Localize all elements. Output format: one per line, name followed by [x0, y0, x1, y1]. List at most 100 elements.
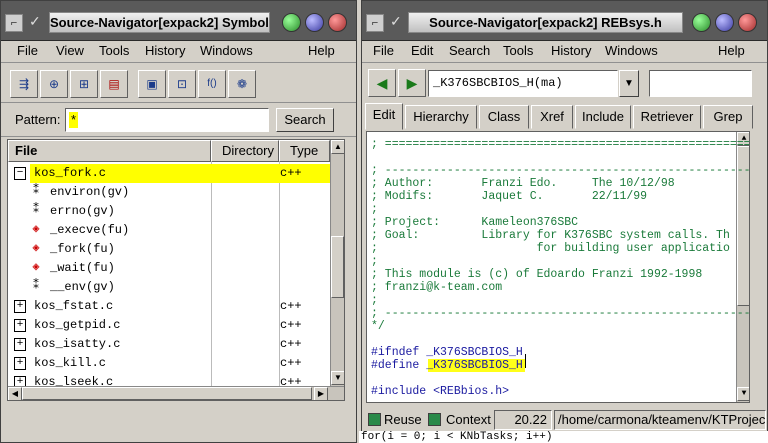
search-button[interactable]: Search: [276, 108, 334, 132]
search-field[interactable]: [649, 70, 752, 97]
menu-tools[interactable]: Tools: [503, 43, 533, 58]
column-type[interactable]: Type: [279, 140, 330, 162]
table-row[interactable]: ◈ _wait(fu): [8, 259, 330, 278]
combo-dropdown-icon[interactable]: ▼: [619, 70, 639, 97]
menu-file[interactable]: File: [17, 43, 38, 58]
horizontal-scrollbar[interactable]: ◀ ▶: [8, 386, 344, 400]
code-line: ; Goal: Library for K376SBC system calls…: [371, 229, 730, 242]
variable-icon: ⁑: [33, 203, 39, 217]
include-graph-icon[interactable]: ⊞: [70, 70, 98, 98]
scroll-left-icon[interactable]: ◀: [8, 387, 22, 400]
pin-icon[interactable]: ✓: [390, 13, 402, 30]
scroll-down-icon[interactable]: ▼: [737, 387, 749, 401]
symbol-name: kos_getpid.c: [34, 318, 121, 332]
table-row[interactable]: ⁑ errno(gv): [8, 202, 330, 221]
menu-file[interactable]: File: [373, 43, 394, 58]
table-row[interactable]: − kos_fork.c c++: [8, 164, 330, 183]
symbol-name: errno(gv): [50, 204, 115, 218]
code-line: ; Modifs: Jaquet C. 22/11/99: [371, 190, 648, 203]
class-browser-icon[interactable]: ⊡: [168, 70, 196, 98]
table-row[interactable]: ⁑ __env(gv): [8, 278, 330, 297]
tab-include[interactable]: Include: [575, 105, 631, 129]
symbols-icon[interactable]: ❁: [228, 70, 256, 98]
close-icon[interactable]: [738, 13, 757, 32]
tab-grep[interactable]: Grep: [703, 105, 753, 129]
retriever-icon[interactable]: ▤: [100, 70, 128, 98]
scroll-down-icon[interactable]: ▼: [331, 371, 344, 385]
h-scroll-thumb[interactable]: [22, 387, 312, 400]
expand-icon: +: [14, 300, 26, 313]
tab-class[interactable]: Class: [479, 105, 529, 129]
tab-hierarchy[interactable]: Hierarchy: [405, 105, 477, 129]
pattern-bar: Pattern: * Search: [1, 103, 356, 137]
symbol-name: _fork(fu): [50, 242, 115, 256]
symbols-window: ⌐ ✓ Source-Navigator[expack2] Symbols Fi…: [0, 0, 357, 443]
title-bar[interactable]: ⌐ ✓ Source-Navigator[expack2] Symbols: [1, 1, 356, 41]
table-row[interactable]: + kos_getpid.c c++: [8, 316, 330, 335]
symbol-name: _wait(fu): [50, 261, 115, 275]
symbol-name: __env(gv): [50, 280, 115, 294]
class-hierarchy-icon[interactable]: ⇶: [10, 70, 38, 98]
symbol-list: File Directory Type − kos_fork.c c++ ⁑ envir…: [7, 139, 345, 401]
symbol-name: _execve(fu): [50, 223, 130, 237]
back-icon[interactable]: ◀: [368, 69, 396, 97]
column-directory[interactable]: Directory: [211, 140, 279, 162]
maximize-icon[interactable]: [715, 13, 734, 32]
pin-icon[interactable]: ✓: [29, 13, 41, 30]
maximize-icon[interactable]: [305, 13, 324, 32]
column-file[interactable]: File: [8, 140, 211, 162]
table-row[interactable]: + kos_kill.c c++: [8, 354, 330, 373]
symbol-name: environ(gv): [50, 185, 130, 199]
symbol-type: c++: [280, 318, 302, 332]
symbol-name: kos_fstat.c: [34, 299, 114, 313]
menu-view[interactable]: View: [56, 43, 84, 58]
menu-help[interactable]: Help: [308, 43, 335, 58]
editor-icon[interactable]: ▣: [138, 70, 166, 98]
pattern-value: *: [69, 112, 79, 128]
forward-icon[interactable]: ▶: [398, 69, 426, 97]
close-icon[interactable]: [328, 13, 347, 32]
function-icon[interactable]: f(): [198, 70, 226, 98]
menu-edit[interactable]: Edit: [411, 43, 433, 58]
menu-search[interactable]: Search: [449, 43, 490, 58]
menu-windows[interactable]: Windows: [605, 43, 658, 58]
pattern-input[interactable]: *: [65, 108, 269, 132]
table-row[interactable]: ◈ _execve(fu): [8, 221, 330, 240]
menu-help[interactable]: Help: [718, 43, 745, 58]
background-terminal-text: for(i = 0; i < KNbTasks; i++): [359, 431, 768, 443]
tab-retriever[interactable]: Retriever: [633, 105, 701, 129]
table-row[interactable]: ◈ _fork(fu): [8, 240, 330, 259]
xref-icon[interactable]: ⊕: [40, 70, 68, 98]
window-menu-icon[interactable]: ⌐: [366, 14, 384, 32]
menu-tools[interactable]: Tools: [99, 43, 129, 58]
code-editor[interactable]: ; ======================================…: [366, 131, 750, 403]
scroll-up-icon[interactable]: ▲: [331, 140, 344, 154]
table-row[interactable]: + kos_fstat.c c++: [8, 297, 330, 316]
title-bar[interactable]: ⌐ ✓ Source-Navigator[expack2] REBsys.h: [362, 1, 767, 41]
table-row[interactable]: ⁑ environ(gv): [8, 183, 330, 202]
code-line: ;: [371, 294, 378, 307]
scroll-right-icon[interactable]: ▶: [314, 387, 328, 400]
table-row[interactable]: + kos_isatty.c c++: [8, 335, 330, 354]
vertical-scrollbar[interactable]: ▲ ▼: [330, 140, 344, 386]
navigation-bar: ◀ ▶ _K376SBCBIOS_H(ma) ▼: [362, 65, 767, 101]
tab-xref[interactable]: Xref: [531, 105, 573, 129]
menu-bar: File Edit Search Tools History Windows H…: [362, 41, 767, 63]
symbol-combo[interactable]: _K376SBCBIOS_H(ma): [428, 70, 618, 97]
scroll-thumb[interactable]: [331, 236, 344, 298]
context-checkbox[interactable]: [428, 413, 441, 426]
tab-edit[interactable]: Edit: [365, 103, 403, 130]
code-line: ; Author: Franzi Edo. The 10/12/98: [371, 177, 675, 190]
menu-history[interactable]: History: [551, 43, 591, 58]
collapse-icon: −: [14, 167, 26, 180]
minimize-icon[interactable]: [282, 13, 301, 32]
menu-history[interactable]: History: [145, 43, 185, 58]
expand-icon: +: [14, 338, 26, 351]
code-line: ; ======================================…: [371, 138, 750, 151]
function-icon: ◈: [32, 222, 40, 236]
menu-bar: File View Tools History Windows Help: [1, 41, 356, 63]
minimize-icon[interactable]: [692, 13, 711, 32]
menu-windows[interactable]: Windows: [200, 43, 253, 58]
window-menu-icon[interactable]: ⌐: [5, 14, 23, 32]
reuse-checkbox[interactable]: [368, 413, 381, 426]
